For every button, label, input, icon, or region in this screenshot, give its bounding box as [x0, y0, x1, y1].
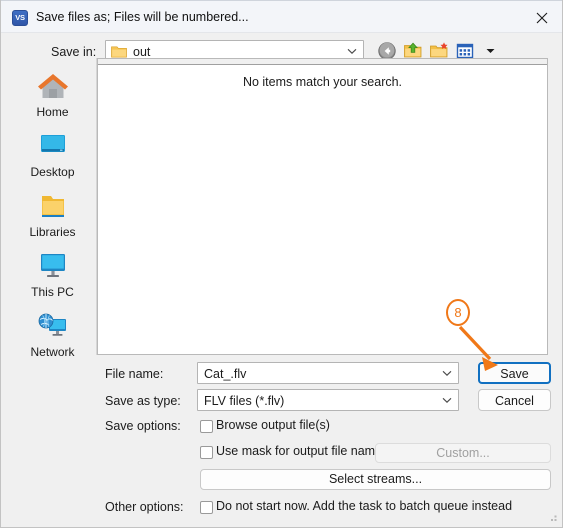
sidebar-item-label: Home — [36, 105, 69, 119]
browse-output-checkbox[interactable] — [200, 420, 213, 433]
desktop-icon — [40, 135, 65, 152]
resize-grip[interactable] — [547, 512, 558, 523]
file-name-value: Cat_.flv — [204, 367, 247, 381]
chevron-down-icon[interactable] — [442, 370, 452, 377]
chevron-down-icon[interactable] — [442, 397, 452, 404]
batch-queue-label: Do not start now. Add the task to batch … — [216, 499, 513, 513]
sidebar-item-label: Libraries — [29, 225, 76, 239]
close-icon — [536, 12, 548, 24]
home-icon — [37, 74, 68, 98]
sidebar-item-label: Network — [30, 345, 75, 359]
other-options-label: Other options: — [105, 500, 184, 514]
select-streams-button[interactable]: Select streams... — [200, 469, 551, 490]
sidebar-item-this-pc[interactable]: This PC — [9, 246, 96, 305]
custom-button: Custom... — [375, 443, 551, 463]
sidebar-item-label: Desktop — [30, 165, 75, 179]
save-options-label: Save options: — [105, 419, 181, 433]
libraries-folder-icon — [41, 196, 64, 217]
window-title: Save files as; Files will be numbered... — [36, 10, 249, 24]
save-as-type-value: FLV files (*.flv) — [204, 394, 285, 408]
save-button[interactable]: Save — [478, 362, 551, 384]
browse-output-label: Browse output file(s) — [216, 418, 330, 432]
annotation-step-number: 8 — [446, 299, 470, 326]
sidebar-item-desktop[interactable]: Desktop — [9, 126, 96, 185]
save-as-type-label: Save as type: — [105, 394, 181, 408]
chevron-down-icon[interactable] — [347, 48, 357, 55]
save-as-type-select[interactable]: FLV files (*.flv) — [197, 389, 459, 411]
save-file-dialog: VS Save files as; Files will be numbered… — [0, 0, 563, 528]
save-in-label: Save in: — [51, 45, 97, 59]
use-mask-label: Use mask for output file names — [216, 444, 389, 458]
file-name-input[interactable]: Cat_.flv — [197, 362, 459, 384]
vs-app-icon: VS — [12, 10, 28, 26]
file-list-header — [98, 59, 547, 65]
cancel-button[interactable]: Cancel — [478, 389, 551, 411]
network-icon — [38, 313, 66, 336]
file-list-empty-message: No items match your search. — [242, 75, 403, 89]
file-name-label: File name: — [105, 367, 164, 381]
sidebar-item-home[interactable]: Home — [9, 66, 96, 125]
sidebar-item-label: This PC — [31, 285, 74, 299]
file-list-panel[interactable]: No items match your search. — [97, 58, 548, 355]
folder-icon — [111, 46, 127, 58]
places-bar: Home Desktop Libraries This PC Network — [9, 58, 97, 359]
sidebar-item-libraries[interactable]: Libraries — [9, 186, 96, 245]
close-button[interactable] — [519, 1, 562, 33]
sidebar-item-network[interactable]: Network — [9, 306, 96, 365]
use-mask-checkbox[interactable] — [200, 446, 213, 459]
views-dropdown-caret-icon[interactable] — [486, 48, 495, 54]
title-bar: VS Save files as; Files will be numbered… — [1, 0, 562, 33]
this-pc-icon — [40, 254, 65, 277]
batch-queue-checkbox[interactable] — [200, 501, 213, 514]
